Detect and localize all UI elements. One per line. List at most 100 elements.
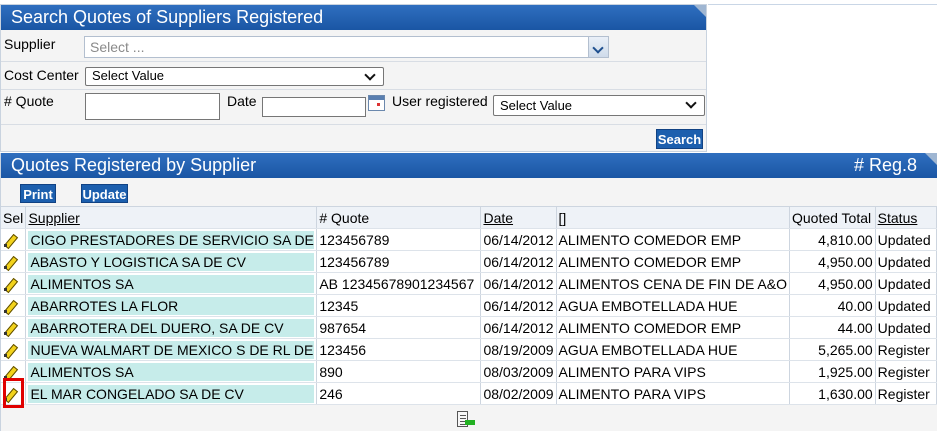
row-total: 4,810.00 bbox=[789, 228, 876, 251]
table-row[interactable]: EL MAR CONGELADO SA DE CV 246 08/02/2009 AL… bbox=[1, 382, 937, 405]
row-date: 08/03/2009 bbox=[480, 360, 557, 383]
search-button[interactable]: Search bbox=[656, 129, 703, 149]
row-date: 06/14/2012 bbox=[480, 228, 557, 251]
quote-row: # Quote Date User registered Select Valu… bbox=[1, 90, 706, 125]
row-total: 5,265.00 bbox=[789, 338, 876, 361]
supplier-name[interactable]: ABASTO Y LOGISTICA SA DE CV bbox=[28, 252, 315, 271]
cost-center-label: Cost Center bbox=[4, 67, 79, 83]
user-registered-label: User registered bbox=[392, 93, 488, 109]
row-select[interactable] bbox=[1, 272, 27, 295]
table-header-row: Sel Supplier # Quote Date [] Quoted Tota… bbox=[1, 206, 937, 229]
col-supplier[interactable]: Supplier bbox=[25, 206, 318, 229]
print-button[interactable]: Print bbox=[20, 184, 56, 203]
row-date: 06/14/2012 bbox=[480, 272, 557, 295]
row-desc: ALIMENTO COMEDOR EMP bbox=[556, 250, 791, 273]
row-select[interactable] bbox=[1, 228, 27, 251]
quote-label: # Quote bbox=[4, 93, 54, 109]
supplier-combo[interactable]: Select ... bbox=[84, 36, 609, 58]
row-quote: 246 bbox=[316, 382, 482, 405]
table-row[interactable]: ALIMENTOS SA 890 08/03/2009 ALIMENTO PARA V… bbox=[1, 360, 937, 383]
row-supplier[interactable]: NUEVA WALMART DE MEXICO S DE RL DE bbox=[25, 338, 318, 361]
row-supplier[interactable]: EL MAR CONGELADO SA DE CV bbox=[25, 382, 318, 405]
row-supplier[interactable]: ABASTO Y LOGISTICA SA DE CV bbox=[25, 250, 318, 273]
row-status: Register bbox=[875, 338, 937, 361]
table-row[interactable]: ABARROTES LA FLOR 12345 06/14/2012 AGUA EMB… bbox=[1, 294, 937, 317]
results-title: Quotes Registered by Supplier bbox=[11, 155, 257, 175]
export-icon[interactable] bbox=[457, 411, 477, 429]
table-row[interactable]: CIGO PRESTADORES DE SERVICIO SA DE 123456… bbox=[1, 228, 937, 251]
row-status: Updated bbox=[875, 294, 937, 317]
pencil-icon[interactable] bbox=[3, 234, 17, 248]
supplier-name[interactable]: NUEVA WALMART DE MEXICO S DE RL DE bbox=[28, 340, 315, 359]
row-quote: 123456789 bbox=[316, 250, 482, 273]
table-row[interactable]: NUEVA WALMART DE MEXICO S DE RL DE 123456… bbox=[1, 338, 937, 361]
col-total: Quoted Total bbox=[789, 206, 876, 229]
supplier-name[interactable]: CIGO PRESTADORES DE SERVICIO SA DE bbox=[28, 230, 315, 249]
chevron-down-icon[interactable] bbox=[588, 37, 608, 57]
table-row[interactable]: ALIMENTOS SA AB 12345678901234567 06/14/20… bbox=[1, 272, 937, 295]
col-date-label[interactable]: Date bbox=[483, 210, 513, 226]
row-supplier[interactable]: ALIMENTOS SA bbox=[25, 360, 318, 383]
col-desc: [] bbox=[556, 206, 791, 229]
pencil-icon[interactable] bbox=[3, 278, 17, 292]
row-select[interactable] bbox=[1, 250, 27, 273]
search-panel: Search Quotes of Suppliers Registered Su… bbox=[0, 4, 707, 152]
row-status: Updated bbox=[875, 250, 937, 273]
row-desc: AGUA EMBOTELLADA HUE bbox=[556, 294, 791, 317]
top-divider bbox=[708, 4, 937, 5]
supplier-name[interactable]: EL MAR CONGELADO SA DE CV bbox=[28, 384, 315, 403]
col-status-label[interactable]: Status bbox=[878, 210, 918, 226]
user-registered-value: Select Value bbox=[500, 98, 573, 113]
col-supplier-label[interactable]: Supplier bbox=[28, 210, 79, 226]
row-quote: 12345 bbox=[316, 294, 482, 317]
row-date: 06/14/2012 bbox=[480, 250, 557, 273]
date-input[interactable] bbox=[262, 97, 366, 117]
row-select[interactable] bbox=[1, 316, 27, 339]
row-desc: AGUA EMBOTELLADA HUE bbox=[556, 338, 791, 361]
results-toolbar: Print Update bbox=[1, 178, 937, 206]
row-date: 08/19/2009 bbox=[480, 338, 557, 361]
row-total: 4,950.00 bbox=[789, 250, 876, 273]
cost-center-select[interactable]: Select Value bbox=[85, 67, 384, 86]
quotes-table: Sel Supplier # Quote Date [] Quoted Tota… bbox=[1, 206, 937, 405]
row-status: Register bbox=[875, 360, 937, 383]
row-status: Updated bbox=[875, 316, 937, 339]
col-status[interactable]: Status bbox=[875, 206, 937, 229]
row-desc: ALIMENTOS CENA DE FIN DE A&O bbox=[556, 272, 791, 295]
search-panel-header: Search Quotes of Suppliers Registered bbox=[1, 5, 706, 30]
row-supplier[interactable]: ABARROTERA DEL DUERO, SA DE CV bbox=[25, 316, 318, 339]
row-quote: 123456789 bbox=[316, 228, 482, 251]
pencil-icon[interactable] bbox=[3, 344, 17, 358]
supplier-name[interactable]: ABARROTERA DEL DUERO, SA DE CV bbox=[28, 318, 315, 337]
row-quote: AB 12345678901234567 bbox=[316, 272, 482, 295]
row-status: Updated bbox=[875, 272, 937, 295]
row-select[interactable] bbox=[1, 294, 27, 317]
row-total: 4,950.00 bbox=[789, 272, 876, 295]
table-row[interactable]: ABASTO Y LOGISTICA SA DE CV 123456789 06/1… bbox=[1, 250, 937, 273]
supplier-name[interactable]: ABARROTES LA FLOR bbox=[28, 296, 315, 315]
row-total: 1,925.00 bbox=[789, 360, 876, 383]
col-sel: Sel bbox=[1, 206, 27, 229]
row-supplier[interactable]: ALIMENTOS SA bbox=[25, 272, 318, 295]
cost-center-row: Cost Center Select Value bbox=[1, 62, 706, 90]
update-button[interactable]: Update bbox=[81, 184, 128, 203]
export-arrow bbox=[465, 420, 475, 425]
col-date[interactable]: Date bbox=[480, 206, 557, 229]
row-supplier[interactable]: CIGO PRESTADORES DE SERVICIO SA DE bbox=[25, 228, 318, 251]
supplier-label: Supplier bbox=[4, 36, 56, 52]
user-registered-select[interactable]: Select Value bbox=[493, 95, 705, 116]
row-total: 40.00 bbox=[789, 294, 876, 317]
row-quote: 890 bbox=[316, 360, 482, 383]
results-header: Quotes Registered by Supplier # Reg.8 bbox=[1, 153, 937, 178]
pencil-icon[interactable] bbox=[3, 322, 17, 336]
pencil-icon[interactable] bbox=[3, 300, 17, 314]
row-supplier[interactable]: ABARROTES LA FLOR bbox=[25, 294, 318, 317]
calendar-icon[interactable] bbox=[368, 95, 385, 111]
supplier-name[interactable]: ALIMENTOS SA bbox=[28, 274, 315, 293]
date-label: Date bbox=[227, 93, 257, 109]
quote-input[interactable] bbox=[85, 93, 220, 120]
table-row[interactable]: ABARROTERA DEL DUERO, SA DE CV 987654 06/1… bbox=[1, 316, 937, 339]
pencil-icon[interactable] bbox=[3, 256, 17, 270]
supplier-name[interactable]: ALIMENTOS SA bbox=[28, 362, 315, 381]
row-select[interactable] bbox=[1, 338, 27, 361]
